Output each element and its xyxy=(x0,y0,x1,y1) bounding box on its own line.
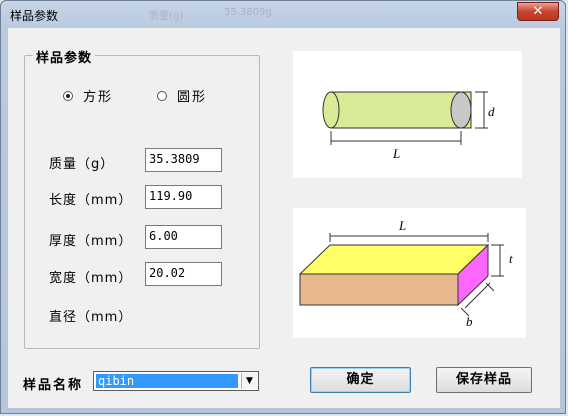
cylinder-right-end xyxy=(450,91,472,129)
close-button[interactable]: ✕ xyxy=(517,2,559,21)
mass-label: 质量（g） xyxy=(49,157,115,172)
length-label: 长度（mm） xyxy=(49,193,133,208)
width-label: 宽度（mm） xyxy=(49,271,133,286)
dialog-window: 样品参数 质量(g) 35.3809g ✕ 样品参数 方形 圆形 质量（g） 3… xyxy=(0,0,566,414)
box-front-face xyxy=(299,273,459,306)
cylinder-diagram: d L xyxy=(293,51,522,178)
radio-circle[interactable]: 圆形 xyxy=(157,86,207,105)
sample-name-value[interactable]: qibin xyxy=(96,374,238,388)
sample-name-combobox[interactable]: qibin ▼ xyxy=(93,371,259,391)
close-icon: ✕ xyxy=(532,4,544,19)
background-ghost-text: 35.3809g xyxy=(224,7,272,18)
width-tick xyxy=(485,282,495,292)
diameter-label: d xyxy=(488,104,495,119)
group-title: 样品参数 xyxy=(33,47,96,66)
chevron-down-icon[interactable]: ▼ xyxy=(241,373,257,389)
radio-indicator[interactable] xyxy=(157,90,167,101)
cylinder-figure: d L xyxy=(322,91,495,161)
length-label: L xyxy=(392,146,400,161)
length-input[interactable]: 119.90 xyxy=(145,185,222,209)
title-bar[interactable]: 样品参数 质量(g) 35.3809g ✕ xyxy=(1,1,567,29)
dialog-client-area: 样品参数 方形 圆形 质量（g） 35.3809 长度（mm） 119.90 厚… xyxy=(8,28,560,408)
confirm-button[interactable]: 确定 xyxy=(310,367,411,393)
box-figure: L t b xyxy=(298,218,513,329)
thickness-label: 厚度（mm） xyxy=(49,234,133,249)
radio-square[interactable]: 方形 xyxy=(63,86,113,105)
box-top-face xyxy=(298,244,490,275)
diameter-label: 直径（mm） xyxy=(49,310,133,325)
thickness-label: t xyxy=(509,251,513,266)
save-sample-button[interactable]: 保存样品 xyxy=(436,367,532,393)
sample-params-group: 样品参数 方形 圆形 质量（g） 35.3809 长度（mm） 119.90 厚… xyxy=(24,47,260,349)
sample-name-label: 样品名称 xyxy=(23,378,84,393)
background-ghost-text: 质量(g) xyxy=(149,11,184,22)
radio-label: 方形 xyxy=(83,90,114,105)
mass-input[interactable]: 35.3809 xyxy=(145,148,222,172)
window-title: 样品参数 xyxy=(10,9,59,23)
length-label: L xyxy=(398,218,406,233)
width-input[interactable]: 20.02 xyxy=(145,262,222,286)
cylinder-body xyxy=(330,91,472,129)
thickness-input[interactable]: 6.00 xyxy=(145,225,222,249)
width-label: b xyxy=(466,314,473,329)
radio-indicator[interactable] xyxy=(63,90,73,101)
cylinder-left-end xyxy=(322,91,340,129)
box-diagram: L t b xyxy=(293,208,526,338)
radio-label: 圆形 xyxy=(177,90,208,105)
